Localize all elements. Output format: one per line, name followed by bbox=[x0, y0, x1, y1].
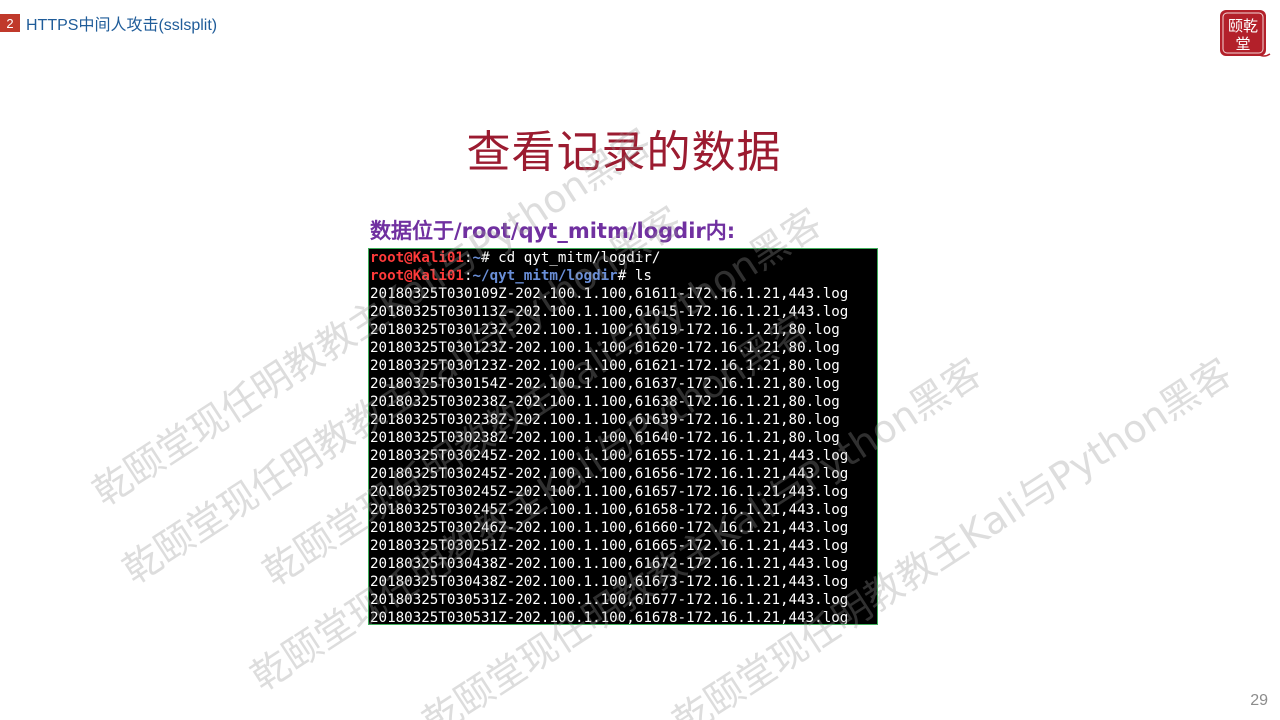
file-list-item: 20180325T030438Z-202.100.1.100,61672-172… bbox=[370, 556, 849, 572]
file-list-item: 20180325T030154Z-202.100.1.100,61637-172… bbox=[370, 376, 840, 392]
file-list-item: 20180325T030251Z-202.100.1.100,61665-172… bbox=[370, 538, 849, 554]
command-text: # cd qyt_mitm/logdir/ bbox=[481, 250, 661, 266]
prompt-path: ~ bbox=[472, 250, 482, 266]
file-list-item: 20180325T030245Z-202.100.1.100,61658-172… bbox=[370, 502, 849, 518]
file-list-item: 20180325T030246Z-202.100.1.100,61660-172… bbox=[370, 520, 849, 536]
slide-subtitle: 数据位于/root/qyt_mitm/logdir内: bbox=[370, 219, 736, 243]
section-number-badge: 2 bbox=[0, 14, 20, 32]
file-list-item: 20180325T030123Z-202.100.1.100,61621-172… bbox=[370, 358, 840, 374]
svg-text:堂: 堂 bbox=[1235, 35, 1250, 53]
prompt-separator: : bbox=[463, 250, 473, 266]
prompt-user: root@Kali01 bbox=[370, 268, 464, 284]
seal-logo: 颐乾 堂 bbox=[1220, 10, 1271, 57]
prompt-user: root@Kali01 bbox=[370, 250, 464, 266]
file-list-item: 20180325T030238Z-202.100.1.100,61639-172… bbox=[370, 412, 840, 428]
file-list-item: 20180325T030238Z-202.100.1.100,61638-172… bbox=[370, 394, 840, 410]
page-number: 29 bbox=[1250, 692, 1268, 709]
slide-title: 查看记录的数据 bbox=[466, 127, 782, 178]
file-list-item: 20180325T030113Z-202.100.1.100,61615-172… bbox=[370, 304, 849, 320]
terminal-command-line: root@Kali01:~/qyt_mitm/logdir# ls bbox=[369, 267, 877, 285]
file-list-item: 20180325T030238Z-202.100.1.100,61640-172… bbox=[370, 430, 840, 446]
prompt-separator: : bbox=[463, 268, 473, 284]
file-list-item: 20180325T030123Z-202.100.1.100,61619-172… bbox=[370, 322, 840, 338]
file-list-item: 20180325T030531Z-202.100.1.100,61678-172… bbox=[370, 610, 849, 625]
file-list-item: 20180325T030245Z-202.100.1.100,61657-172… bbox=[370, 484, 849, 500]
svg-text:颐乾: 颐乾 bbox=[1228, 17, 1258, 35]
command-text: # ls bbox=[617, 268, 652, 284]
file-list-item: 20180325T030245Z-202.100.1.100,61655-172… bbox=[370, 448, 849, 464]
terminal-screenshot: root@Kali01:~# cd qyt_mitm/logdir/ root@… bbox=[368, 248, 878, 625]
file-list-item: 20180325T030123Z-202.100.1.100,61620-172… bbox=[370, 340, 840, 356]
file-list-item: 20180325T030109Z-202.100.1.100,61611-172… bbox=[370, 286, 849, 302]
section-header: 2 HTTPS中间人攻击(sslsplit) bbox=[0, 12, 217, 34]
file-list-item: 20180325T030438Z-202.100.1.100,61673-172… bbox=[370, 574, 849, 590]
prompt-path: ~/qyt_mitm/logdir bbox=[472, 268, 618, 284]
section-title: HTTPS中间人攻击(sslsplit) bbox=[26, 17, 218, 34]
file-list-item: 20180325T030531Z-202.100.1.100,61677-172… bbox=[370, 592, 849, 608]
file-list-item: 20180325T030245Z-202.100.1.100,61656-172… bbox=[370, 466, 849, 482]
terminal-command-line: root@Kali01:~# cd qyt_mitm/logdir/ bbox=[369, 249, 877, 267]
